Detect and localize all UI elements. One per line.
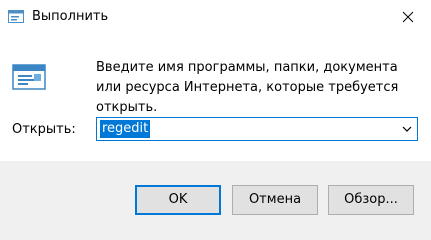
dialog-body: Введите имя программы, папки, документа … xyxy=(0,33,431,161)
chevron-down-icon[interactable] xyxy=(401,123,413,135)
run-dialog-icon xyxy=(8,10,24,23)
ok-button[interactable]: OK xyxy=(135,185,221,215)
open-label: Открыть: xyxy=(12,122,76,137)
dialog-description: Введите имя программы, папки, документа … xyxy=(96,60,399,115)
close-icon xyxy=(402,11,414,22)
close-button[interactable] xyxy=(385,0,431,33)
cancel-button[interactable]: Отмена xyxy=(232,185,318,215)
open-input-value[interactable]: regedit xyxy=(100,120,151,138)
title-bar[interactable]: Выполнить xyxy=(0,0,431,33)
window-title: Выполнить xyxy=(32,9,109,24)
open-combobox[interactable]: regedit xyxy=(96,117,418,141)
run-dialog: Выполнить Введите имя программы, папки, … xyxy=(0,0,431,240)
browse-button[interactable]: Обзор... xyxy=(328,185,414,215)
button-bar: OK Отмена Обзор... xyxy=(0,161,431,240)
run-program-icon xyxy=(12,64,46,90)
